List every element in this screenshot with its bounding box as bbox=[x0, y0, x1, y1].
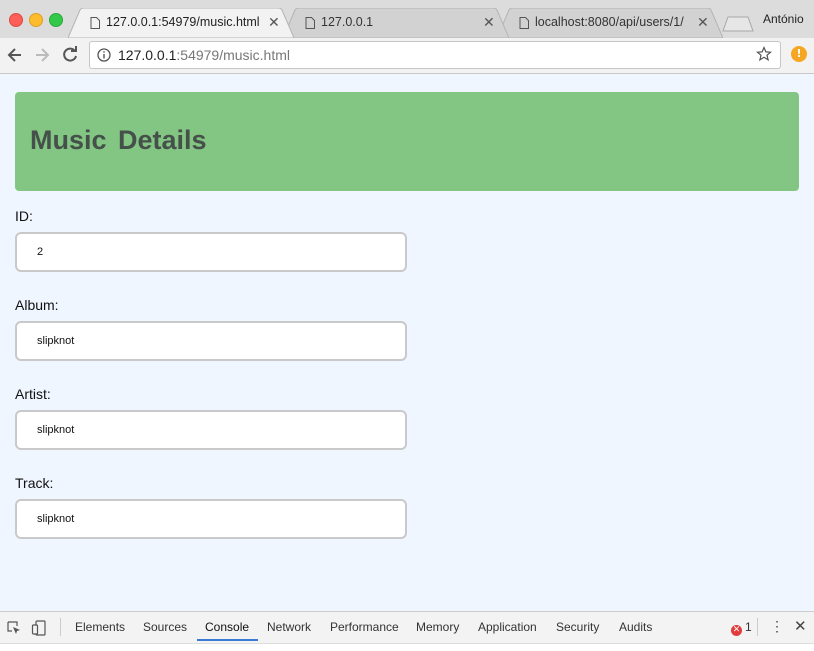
page-title: Music Details bbox=[30, 125, 207, 155]
more-options-icon[interactable]: ⋮ bbox=[770, 618, 784, 635]
page-content: Music Details ID: 2 Album: slipknot Arti… bbox=[0, 74, 814, 611]
devtools-panel: Elements Sources Console Network Perform… bbox=[0, 611, 814, 651]
tab-title: localhost:8080/api/users/1/ bbox=[535, 15, 684, 29]
devtools-tab-elements[interactable]: Elements bbox=[75, 620, 125, 634]
close-icon[interactable]: ✕ bbox=[697, 14, 709, 30]
artist-label: Artist: bbox=[15, 386, 51, 402]
error-counter[interactable]: ✕ 1 bbox=[731, 620, 752, 636]
new-tab-button[interactable] bbox=[722, 16, 754, 32]
track-field[interactable]: slipknot bbox=[15, 499, 407, 539]
minimize-window-button[interactable] bbox=[29, 13, 43, 27]
divider bbox=[60, 618, 61, 636]
url-text[interactable]: 127.0.0.1:54979/music.html bbox=[118, 47, 290, 63]
devtools-tab-sources[interactable]: Sources bbox=[143, 620, 187, 634]
warning-icon[interactable]: ! bbox=[791, 46, 807, 62]
devtools-tab-application[interactable]: Application bbox=[478, 620, 537, 634]
devtools-tab-security[interactable]: Security bbox=[556, 620, 599, 634]
inspect-element-icon[interactable] bbox=[6, 620, 22, 636]
artist-field[interactable]: slipknot bbox=[15, 410, 407, 450]
forward-arrow-icon[interactable] bbox=[32, 45, 52, 65]
devtools-tab-memory[interactable]: Memory bbox=[416, 620, 459, 634]
track-value: slipknot bbox=[37, 513, 75, 525]
id-field[interactable]: 2 bbox=[15, 232, 407, 272]
close-devtools-icon[interactable]: ✕ bbox=[794, 617, 807, 635]
page-icon bbox=[90, 17, 100, 29]
artist-value: slipknot bbox=[37, 424, 75, 436]
tab-localhost-api[interactable]: localhost:8080/api/users/1/ ✕ bbox=[497, 8, 723, 38]
maximize-window-button[interactable] bbox=[49, 13, 63, 27]
divider bbox=[757, 618, 758, 636]
devtools-tab-network[interactable]: Network bbox=[267, 620, 311, 634]
profile-name[interactable]: António bbox=[763, 12, 804, 26]
album-value: slipknot bbox=[37, 335, 75, 347]
close-icon[interactable]: ✕ bbox=[483, 14, 495, 30]
active-tab-indicator bbox=[197, 639, 258, 641]
device-toolbar-icon[interactable] bbox=[31, 620, 47, 636]
error-icon: ✕ bbox=[731, 625, 742, 636]
close-icon[interactable]: ✕ bbox=[268, 14, 280, 30]
info-icon[interactable] bbox=[97, 48, 111, 62]
reload-icon[interactable] bbox=[60, 45, 80, 65]
track-label: Track: bbox=[15, 475, 54, 491]
tab-127-0-0-1[interactable]: 127.0.0.1 ✕ bbox=[283, 8, 509, 38]
address-bar[interactable]: 127.0.0.1:54979/music.html bbox=[89, 41, 781, 69]
back-arrow-icon[interactable] bbox=[5, 45, 25, 65]
close-window-button[interactable] bbox=[9, 13, 23, 27]
tab-title: 127.0.0.1:54979/music.html bbox=[106, 15, 260, 29]
devtools-tab-performance[interactable]: Performance bbox=[330, 620, 399, 634]
album-label: Album: bbox=[15, 297, 59, 313]
tab-music-html[interactable]: 127.0.0.1:54979/music.html ✕ bbox=[68, 8, 294, 38]
page-icon bbox=[519, 17, 529, 29]
console-toolbar bbox=[0, 643, 814, 651]
id-label: ID: bbox=[15, 208, 33, 224]
id-value: 2 bbox=[37, 246, 44, 258]
tab-title: 127.0.0.1 bbox=[321, 15, 374, 29]
page-icon bbox=[305, 17, 315, 29]
browser-toolbar: 127.0.0.1:54979/music.html ! bbox=[0, 38, 814, 74]
bookmark-star-icon[interactable] bbox=[756, 46, 772, 62]
header-banner: Music Details bbox=[15, 92, 799, 191]
devtools-tab-console[interactable]: Console bbox=[205, 620, 249, 634]
album-field[interactable]: slipknot bbox=[15, 321, 407, 361]
devtools-tab-audits[interactable]: Audits bbox=[619, 620, 652, 634]
browser-tab-strip: localhost:8080/api/users/1/ ✕ 127.0.0.1 … bbox=[0, 0, 814, 38]
